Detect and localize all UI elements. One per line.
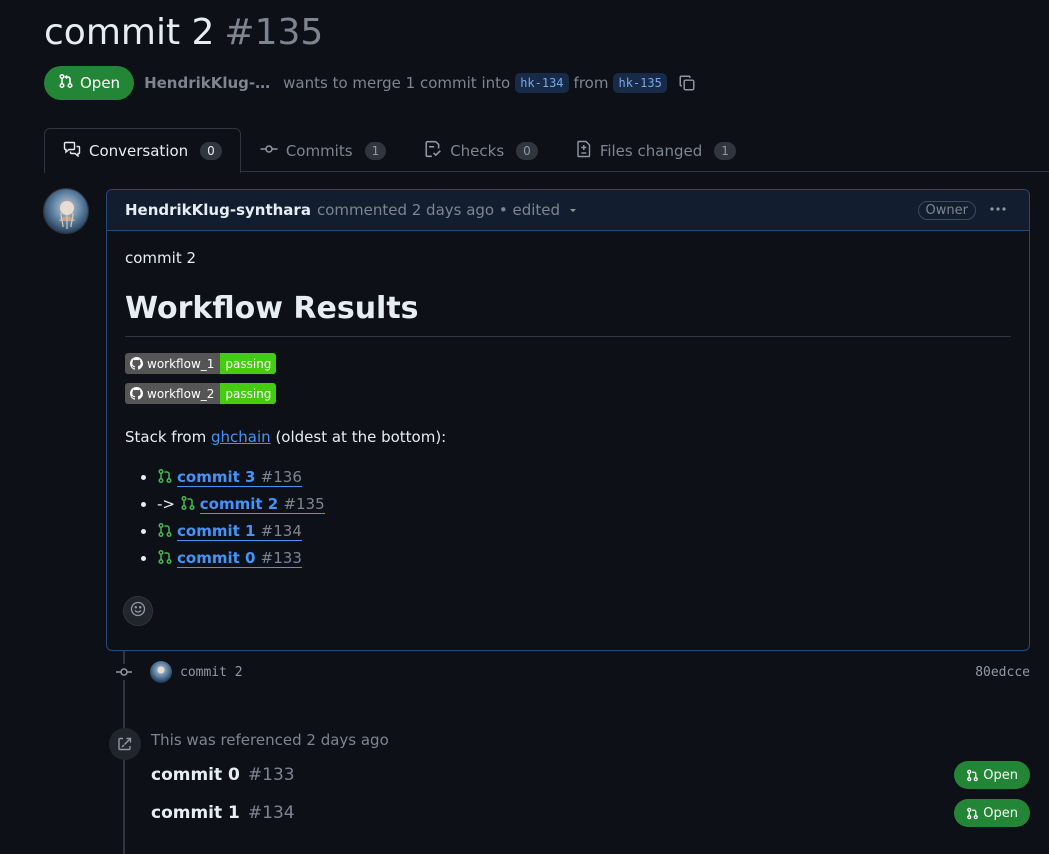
list-item: -> commit 2 #135: [157, 491, 1011, 518]
tab-counter: 0: [200, 142, 222, 160]
stack-list: commit 3 #136 -> commit 2 #135 commit 1 …: [125, 464, 1011, 572]
pr-tabs: Conversation 0 Commits 1 Checks 0 Files …: [44, 128, 1049, 173]
base-branch[interactable]: hk-134: [515, 73, 569, 93]
git-commit-icon: [260, 141, 278, 161]
timeline-commit: commit 2 80edcce: [114, 660, 1030, 684]
avatar[interactable]: [150, 661, 172, 683]
merge-text: wants to merge 1 commit into: [283, 74, 511, 92]
merge-from-text: from: [573, 74, 609, 92]
workflow-badge[interactable]: workflow_1 passing: [125, 353, 277, 374]
ghchain-link[interactable]: ghchain: [211, 428, 271, 446]
stack-pr-number: #134: [260, 522, 302, 540]
tab-label: Commits: [285, 141, 353, 160]
tab-commits[interactable]: Commits 1: [241, 128, 405, 172]
badge-status: passing: [220, 353, 277, 374]
copy-icon[interactable]: [678, 74, 696, 92]
stack-pr-title: commit 1: [177, 522, 256, 540]
commit-sha-link[interactable]: 80edcce: [975, 665, 1030, 680]
add-reaction-button[interactable]: [123, 596, 153, 626]
pr-title-text: commit 2: [44, 12, 215, 53]
head-branch[interactable]: hk-135: [613, 73, 667, 93]
stack-pr-link[interactable]: commit 1 #134: [177, 522, 302, 541]
reference-text: This was referenced 2 days ago: [151, 731, 389, 749]
checklist-icon: [424, 140, 442, 162]
reference-number: #133: [247, 765, 295, 785]
tab-checks[interactable]: Checks 0: [405, 128, 557, 172]
comment-header: HendrikKlug-synthara commented 2 days ag…: [107, 190, 1029, 231]
stack-pr-title: commit 2: [199, 495, 279, 513]
stack-pr-link[interactable]: commit 0 #133: [177, 549, 302, 568]
git-pull-request-icon: [58, 73, 74, 93]
chevron-down-icon[interactable]: [568, 205, 578, 215]
list-item: commit 1 #134: [157, 518, 1011, 545]
stack-pr-number: #135: [283, 495, 325, 513]
comment-author[interactable]: HendrikKlug-synthara: [125, 201, 311, 219]
badge-workflow-name: workflow_2: [147, 386, 215, 401]
reference-number: #134: [247, 803, 295, 823]
tab-conversation[interactable]: Conversation 0: [44, 128, 241, 173]
reference-state-label: Open: [983, 805, 1018, 821]
reference-item: commit 1 #134 Open: [151, 799, 1030, 827]
tab-label: Files changed: [599, 141, 703, 160]
tab-counter: 1: [364, 141, 387, 160]
stack-pr-title: commit 3: [177, 468, 256, 486]
git-pull-request-icon: [157, 547, 173, 574]
stack-intro: Stack from ghchain (oldest at the bottom…: [125, 428, 1011, 446]
badge-label: workflow_2: [125, 383, 221, 404]
file-diff-icon: [576, 140, 592, 162]
reference-title-link[interactable]: commit 0: [151, 765, 240, 785]
stack-pr-link[interactable]: commit 2 #135: [199, 495, 325, 514]
reference-item: commit 0 #133 Open: [151, 761, 1030, 789]
comment-text: commit 2: [125, 249, 197, 267]
pr-state-badge: Open: [44, 66, 135, 100]
workflow-badge[interactable]: workflow_2 passing: [125, 383, 277, 404]
git-pull-request-icon: [157, 466, 173, 493]
git-pull-request-icon: [180, 493, 196, 520]
stack-pr-link[interactable]: commit 3 #136: [177, 468, 302, 487]
badge-status: passing: [220, 383, 277, 404]
git-pull-request-icon: [967, 769, 979, 781]
stack-prefix: Stack from: [125, 428, 207, 446]
workflow-badges: workflow_1 passing workflow_2 passing: [125, 353, 1011, 404]
pr-number: #135: [224, 12, 324, 53]
workflow-heading: Workflow Results: [125, 291, 1011, 337]
list-item: commit 3 #136: [157, 464, 1011, 491]
commit-message-link[interactable]: commit 2: [180, 665, 243, 680]
github-icon: [130, 387, 143, 400]
owner-badge: Owner: [917, 201, 976, 220]
cross-reference-icon: [109, 728, 141, 760]
stack-pr-number: #133: [260, 549, 302, 567]
tab-label: Checks: [450, 141, 505, 160]
stack-pr-title: commit 0: [177, 549, 256, 567]
git-pull-request-icon: [157, 520, 173, 547]
git-pull-request-icon: [967, 807, 979, 819]
current-marker: ->: [157, 495, 175, 513]
list-item: commit 0 #133: [157, 545, 1011, 572]
badge-label: workflow_1: [125, 353, 221, 374]
pr-state-label: Open: [80, 74, 121, 92]
reference-state-badge: Open: [954, 761, 1030, 789]
reference-title-link[interactable]: commit 1: [151, 803, 240, 823]
pr-author-link[interactable]: HendrikKlug-…: [144, 74, 270, 92]
tab-counter: 0: [516, 141, 538, 160]
git-commit-icon: [114, 664, 134, 680]
kebab-horizontal-icon[interactable]: [989, 200, 1007, 223]
smiley-icon: [130, 601, 146, 621]
github-icon: [130, 357, 143, 370]
reference-state-badge: Open: [954, 799, 1030, 827]
stack-suffix: (oldest at the bottom):: [275, 428, 447, 446]
tab-counter: 1: [714, 141, 736, 160]
avatar[interactable]: [43, 188, 89, 234]
pr-meta: Open HendrikKlug-… wants to merge 1 comm…: [44, 66, 696, 100]
comment-meta[interactable]: commented 2 days ago • edited: [317, 201, 560, 219]
comment-body: commit 2 Workflow Results workflow_1 pas…: [107, 231, 1029, 626]
comment-box: HendrikKlug-synthara commented 2 days ag…: [106, 189, 1030, 651]
comment-discussion-icon: [63, 141, 81, 161]
tab-files-changed[interactable]: Files changed 1: [557, 128, 755, 172]
badge-workflow-name: workflow_1: [147, 356, 215, 371]
reference-state-label: Open: [983, 767, 1018, 783]
stack-pr-number: #136: [260, 468, 302, 486]
tab-label: Conversation: [89, 142, 189, 160]
pr-title: commit 2 #135: [44, 12, 323, 53]
